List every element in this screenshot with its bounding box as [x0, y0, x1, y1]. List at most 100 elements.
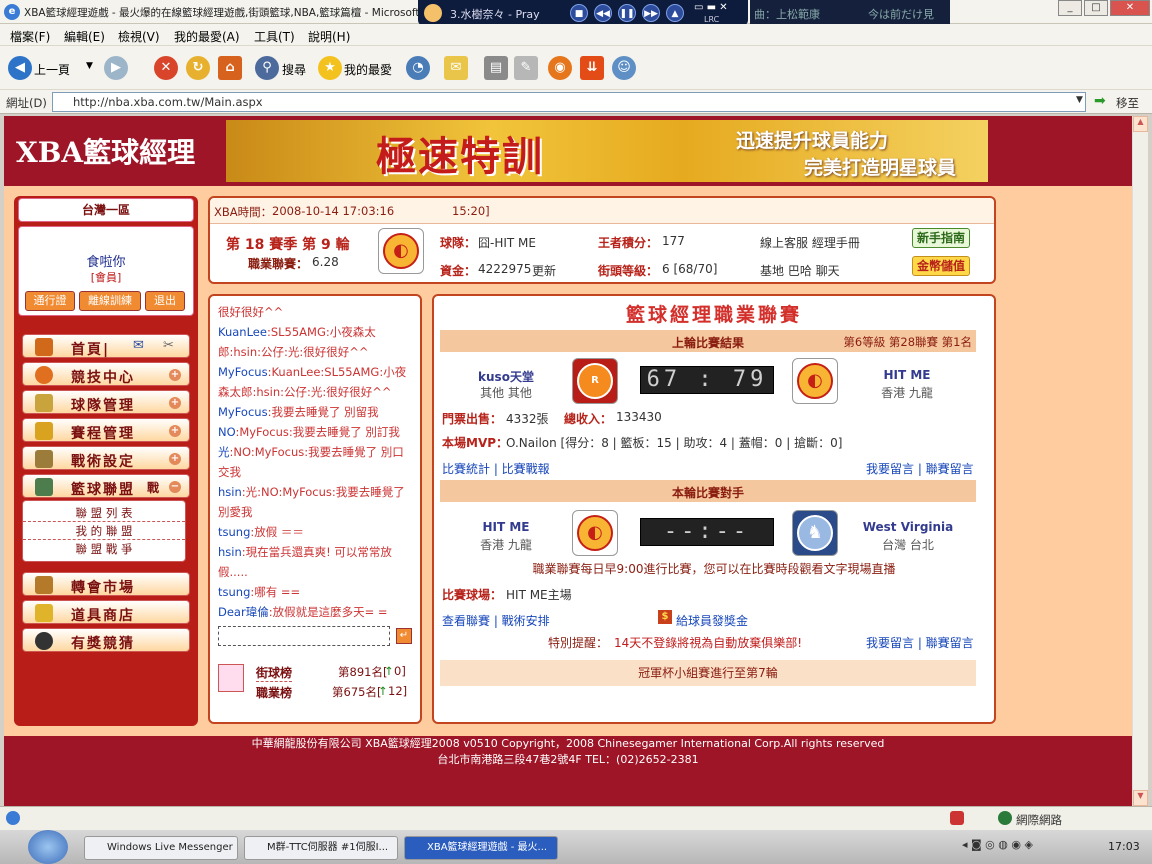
refresh-icon[interactable]: ↻ — [186, 56, 210, 80]
pause-icon[interactable]: ❚❚ — [618, 4, 636, 22]
forward-icon[interactable]: ▶▶ — [642, 4, 660, 22]
expand-icon[interactable]: + — [169, 397, 181, 409]
expand-icon[interactable]: + — [169, 453, 181, 465]
promo-banner[interactable]: 極速特訓 迅速提升球員能力 完美打造明星球員 — [226, 120, 988, 182]
scroll-up-icon[interactable]: ▲ — [1133, 116, 1148, 132]
tickets-label: 門票出售： — [442, 412, 503, 426]
media-min-icon[interactable]: ▭ ▬ ✕ — [694, 2, 728, 13]
nav-schedule[interactable]: 賽程管理 + — [22, 418, 190, 442]
task-messenger[interactable]: Windows Live Messenger — [84, 836, 238, 860]
stop-page-icon[interactable]: ✕ — [154, 56, 178, 80]
close-button[interactable]: ✕ — [1110, 0, 1150, 16]
menu-view[interactable]: 檢視(V) — [118, 28, 160, 45]
league-war-link[interactable]: 聯 盟 戰 爭 — [23, 541, 185, 557]
back-icon[interactable]: ◀ — [8, 56, 32, 80]
menu-help[interactable]: 說明(H) — [308, 28, 350, 45]
search-icon[interactable]: ⚲ — [255, 56, 279, 80]
next-away-logo[interactable]: ♞ — [792, 510, 838, 556]
message-links[interactable]: 我要留言 | 聯賽留言 — [866, 460, 974, 477]
home-team-logo[interactable]: R — [572, 358, 618, 404]
rewind-icon[interactable]: ◀◀ — [594, 4, 612, 22]
venue-label: 比賽球場： — [442, 588, 503, 602]
nav-shop[interactable]: 道具商店 — [22, 600, 190, 624]
back-dropdown-icon[interactable]: ▼ — [86, 61, 93, 71]
messenger-icon[interactable]: ☺ — [612, 56, 636, 80]
forward-icon[interactable]: ▶ — [104, 56, 128, 80]
offline-train-button[interactable]: 離線訓練 — [79, 291, 141, 311]
league-list-link[interactable]: 聯 盟 列 表 — [23, 505, 185, 522]
guide-button[interactable]: 新手指南 — [912, 228, 970, 248]
address-dropdown-icon[interactable]: ▼ — [1076, 95, 1083, 105]
search-label[interactable]: 搜尋 — [282, 61, 306, 78]
bonus-link[interactable]: 給球員發獎金 — [676, 612, 748, 629]
favorites-icon[interactable]: ★ — [318, 56, 342, 80]
edit-icon[interactable]: ✎ — [514, 56, 538, 80]
download-icon[interactable]: ⇊ — [580, 56, 604, 80]
lyric-bar: 曲：上松範康 今は前だけ見 — [750, 0, 950, 26]
site-logo[interactable]: XBA籃球經理 — [16, 131, 195, 171]
nav-tactics[interactable]: 戰術設定 + — [22, 446, 190, 470]
info-panel: XBA時間： 2008-10-14 17:03:16 15:20] 第 18 賽… — [208, 196, 996, 284]
away-team[interactable]: HIT ME — [872, 368, 942, 382]
nav-transfer[interactable]: 轉會市場 — [22, 572, 190, 596]
rapid-logo-icon: R — [577, 363, 613, 399]
team-logo-icon: ◐ — [383, 233, 419, 269]
stop-icon[interactable]: ■ — [570, 4, 588, 22]
menu-file[interactable]: 檔案(F) — [10, 28, 50, 45]
address-input[interactable]: http://nba.xba.com.tw/Main.aspx — [52, 92, 1086, 112]
logout-button[interactable]: 退出 — [145, 291, 185, 311]
back-label[interactable]: 上一頁 — [34, 61, 70, 78]
vertical-scrollbar[interactable]: ▲ ▼ — [1132, 116, 1148, 806]
home-team[interactable]: kuso天堂 — [476, 368, 536, 385]
tools-nav-icon[interactable]: ✂ — [163, 338, 174, 353]
my-league-link[interactable]: 我 的 聯 盟 — [23, 523, 185, 540]
away-team-logo[interactable]: ◐ — [792, 358, 838, 404]
league-links[interactable]: 查看聯賽 | 戰術安排 — [442, 612, 550, 629]
nav-arena[interactable]: 競技中心 + — [22, 362, 190, 386]
start-button[interactable] — [28, 830, 68, 864]
discuss-icon[interactable]: ◉ — [548, 56, 572, 80]
media-player: 3.水樹奈々 - Pray ■ ◀◀ ❚❚ ▶▶ ▲ ▭ ▬ ✕ LRC — [418, 0, 748, 26]
chat-input[interactable] — [218, 626, 390, 646]
next-home-logo[interactable]: ◐ — [572, 510, 618, 556]
expand-icon[interactable]: + — [169, 369, 181, 381]
community-links[interactable]: 基地 巴哈 聊天 — [760, 262, 840, 279]
scroll-down-icon[interactable]: ▼ — [1133, 790, 1148, 806]
send-icon[interactable]: ↵ — [396, 628, 412, 644]
team-logo[interactable]: ◐ — [378, 228, 424, 274]
history-icon[interactable]: ◔ — [406, 56, 430, 80]
favorites-label[interactable]: 我的最愛 — [344, 61, 392, 78]
eject-icon[interactable]: ▲ — [666, 4, 684, 22]
nav-quiz[interactable]: 有獎競猜 — [22, 628, 190, 652]
support-links[interactable]: 線上客服 經理手冊 — [760, 234, 860, 251]
stats-links[interactable]: 比賽統計 | 比賽戰報 — [442, 460, 550, 477]
money-value: 4222975 — [478, 262, 532, 276]
task-xba[interactable]: XBA籃球經理遊戲 - 最火... — [404, 836, 558, 860]
nav-league[interactable]: 籃球聯盟戰 − — [22, 474, 190, 498]
nav-team[interactable]: 球隊管理 + — [22, 390, 190, 414]
mail-icon[interactable]: ✉ — [444, 56, 468, 80]
minimize-button[interactable]: _ — [1058, 0, 1082, 16]
next-away-team[interactable]: West Virginia — [860, 520, 956, 534]
mail-nav-icon[interactable]: ✉ — [133, 338, 144, 353]
go-label[interactable]: 移至 — [1116, 95, 1139, 111]
next-home-team[interactable]: HIT ME — [476, 520, 536, 534]
message-links-2[interactable]: 我要留言 | 聯賽留言 — [866, 634, 974, 651]
schedule-note: 職業聯賽每日早9:00進行比賽，您可以在比賽時段觀看文字現場直播 — [532, 562, 896, 576]
home-icon[interactable]: ⌂ — [218, 56, 242, 80]
tray-icons[interactable]: ◂ ◙ ◎ ◍ ◉ ◈ — [962, 838, 1072, 856]
next-score: --:-- — [640, 518, 774, 546]
task-ttc[interactable]: M群-TTC伺服器 #1伺服I... — [244, 836, 398, 860]
menu-tools[interactable]: 工具(T) — [254, 28, 295, 45]
menu-favorites[interactable]: 我的最愛(A) — [174, 28, 240, 45]
go-icon[interactable]: ➡ — [1094, 93, 1106, 109]
nav-home[interactable]: 首頁| ✉ ✂ — [22, 334, 190, 358]
expand-icon[interactable]: + — [169, 425, 181, 437]
maximize-button[interactable]: □ — [1084, 0, 1108, 16]
menu-edit[interactable]: 編輯(E) — [64, 28, 105, 45]
collapse-icon[interactable]: − — [169, 481, 181, 493]
print-icon[interactable]: ▤ — [484, 56, 508, 80]
gold-topup-button[interactable]: 金幣儲值 — [912, 256, 970, 276]
pass-button[interactable]: 通行證 — [25, 291, 75, 311]
refresh-link[interactable]: 更新 — [532, 262, 556, 279]
